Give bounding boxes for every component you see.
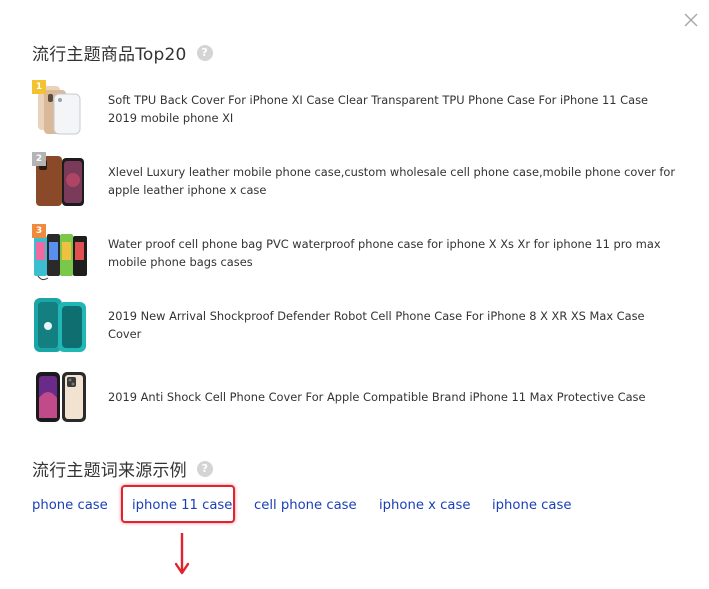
keyword-link-phone-case[interactable]: phone case [32,498,108,513]
highlight-box [121,485,235,523]
product-item-5[interactable]: 2019 Anti Shock Cell Phone Cover For App… [32,368,692,426]
product-item-4[interactable]: 2019 New Arrival Shockproof Defender Rob… [32,296,692,354]
keyword-link-cell-phone-case[interactable]: cell phone case [254,498,357,513]
keyword-sources-title: 流行主题词来源示例 [32,461,187,481]
rank-badge: 1 [32,80,46,94]
product-thumbnail[interactable]: 1 [32,80,90,138]
product-thumbnail[interactable]: 3 [32,224,90,282]
question-circle-icon[interactable]: ? [196,460,213,477]
down-arrow-icon [174,531,190,579]
top-products-heading: 流行主题商品Top20 ? [32,40,213,65]
product-item-3[interactable]: 3 Water proof cell phone bag PVC waterpr… [32,224,692,282]
product-item-2[interactable]: 2 Xlevel Luxury leather mobile phone cas… [32,152,692,210]
product-title[interactable]: 2019 New Arrival Shockproof Defender Rob… [108,307,678,343]
trend-modal: 流行主题商品Top20 ? 1 Soft TPU Back Cover For … [0,0,709,589]
product-title[interactable]: 2019 Anti Shock Cell Phone Cover For App… [108,388,678,406]
product-title[interactable]: Xlevel Luxury leather mobile phone case,… [108,163,678,199]
product-thumbnail[interactable] [32,296,90,354]
product-title[interactable]: Water proof cell phone bag PVC waterproo… [108,235,678,271]
product-title[interactable]: Soft TPU Back Cover For iPhone XI Case C… [108,91,678,127]
product-thumbnail[interactable]: 2 [32,152,90,210]
keyword-link-iphone-x-case[interactable]: iphone x case [379,498,470,513]
rank-badge: 2 [32,152,46,166]
top-products-title: 流行主题商品Top20 [32,45,187,65]
keyword-sources-heading: 流行主题词来源示例 ? [32,456,213,481]
product-thumbnail[interactable] [32,368,90,426]
close-icon[interactable] [682,11,700,29]
product-item-1[interactable]: 1 Soft TPU Back Cover For iPhone XI Case… [32,80,692,138]
rank-badge: 3 [32,224,46,238]
keyword-link-iphone-case[interactable]: iphone case [492,498,571,513]
question-circle-icon[interactable]: ? [196,44,213,61]
